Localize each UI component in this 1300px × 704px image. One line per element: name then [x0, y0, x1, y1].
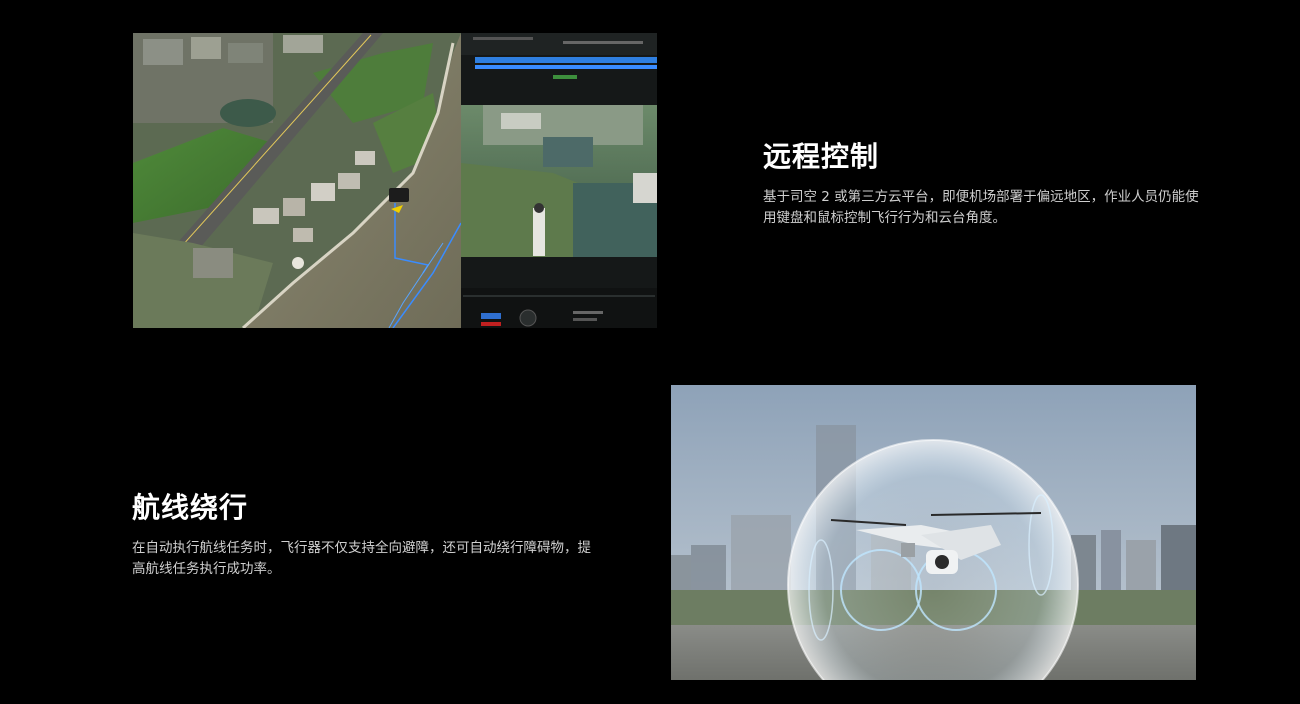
route-bypass-description: 在自动执行航线任务时，飞行器不仅支持全向避障，还可自动绕行障碍物，提高航线任务执…: [132, 540, 591, 577]
feature-route-bypass: 航线绕行 在自动执行航线任务时，飞行器不仅支持全向避障，还可自动绕行障碍物，提高…: [132, 486, 592, 580]
feature-remote-control: 远程控制 基于司空 2 或第三方云平台，即便机场部署于偏远地区，作业人员仍能使用…: [763, 135, 1203, 229]
remote-control-console-image: [133, 33, 657, 328]
drone-obstacle-avoidance-image: [671, 385, 1196, 680]
progress-bar-1: [475, 57, 657, 63]
lighthouse: [533, 208, 545, 256]
progress-bar-2: [475, 65, 657, 69]
drone-marker-label[interactable]: [389, 188, 409, 202]
route-bypass-title: 航线绕行: [132, 491, 249, 524]
console-illustration: [133, 33, 657, 328]
remote-control-description: 基于司空 2 或第三方云平台，即便机场部署于偏远地区，作业人员仍能使用键盘和鼠标…: [763, 189, 1199, 226]
remote-control-title: 远程控制: [763, 140, 880, 173]
drone-illustration: [671, 385, 1196, 680]
